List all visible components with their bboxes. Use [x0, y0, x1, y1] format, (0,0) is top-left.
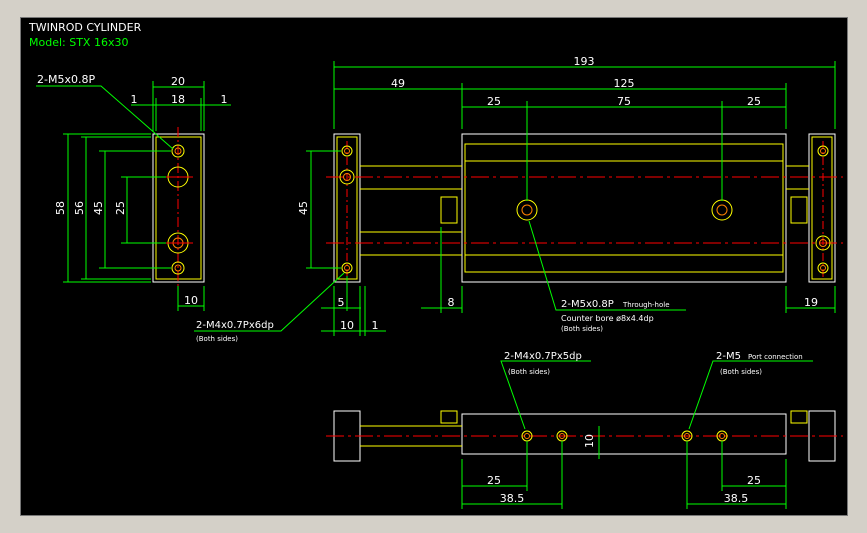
callout-m4-bottom-note: (Both sides) — [508, 368, 550, 376]
end-view-dimensions — [36, 81, 231, 311]
cad-drawing-canvas: TWINROD CYLINDER Model: STX 16x30 193 49… — [20, 17, 848, 516]
dim-49: 49 — [391, 77, 405, 90]
dim-58: 58 — [54, 201, 67, 215]
callout-m5-port: 2-M5 — [716, 351, 741, 362]
callout-through-hole: 2-M5x0.8P — [561, 299, 614, 310]
callout-m4-side: 2-M4x0.7Px6dp — [196, 320, 274, 331]
drawing-svg: 193 49 125 25 75 25 20 18 1 1 58 56 45 2… — [36, 55, 843, 509]
dim-10-plate: 10 — [340, 319, 354, 332]
dim-193: 193 — [574, 55, 595, 68]
dim-56: 56 — [73, 201, 86, 215]
dim-10-side: 10 — [583, 434, 596, 448]
right-port-fitting — [790, 196, 808, 224]
dim-1-plate: 1 — [372, 319, 379, 332]
dim-25-left: 25 — [487, 95, 501, 108]
callout-through-note: (Both sides) — [561, 325, 603, 333]
dim-18: 18 — [171, 93, 185, 106]
cylinder-body — [461, 133, 787, 283]
callout-m5-port-note: (Both sides) — [720, 368, 762, 376]
dim-38-5-left: 38.5 — [500, 492, 525, 505]
dim-75: 75 — [617, 95, 631, 108]
dim-1-left: 1 — [131, 93, 138, 106]
dim-25-right: 25 — [747, 95, 761, 108]
callout-m5-port-suffix: Port connection — [748, 353, 803, 361]
top-view-dimensions — [194, 61, 836, 336]
dim-25-bottom-left: 25 — [487, 474, 501, 487]
through-hole-right — [711, 199, 733, 221]
dim-25-vertical: 25 — [114, 201, 127, 215]
dim-38-5-right: 38.5 — [724, 492, 749, 505]
dim-19: 19 — [804, 296, 818, 309]
callout-m4-bottom: 2-M4x0.7Px5dp — [504, 351, 582, 362]
dim-10-end: 10 — [184, 294, 198, 307]
dim-20: 20 — [171, 75, 185, 88]
dim-45-top: 45 — [297, 201, 310, 215]
callout-m5-end: 2-M5x0.8P — [37, 73, 95, 86]
dim-5: 5 — [338, 296, 345, 309]
dim-25-bottom-right: 25 — [747, 474, 761, 487]
dim-1-right: 1 — [221, 93, 228, 106]
through-hole-left — [516, 199, 538, 221]
left-port-fitting — [440, 196, 458, 224]
dim-125: 125 — [614, 77, 635, 90]
callout-through-suffix: Through-hole — [622, 301, 670, 309]
side-body — [461, 413, 787, 455]
top-view — [326, 133, 843, 283]
dim-8: 8 — [448, 296, 455, 309]
callout-m4-side-note: (Both sides) — [196, 335, 238, 343]
callout-counter-bore: Counter bore ø8x4.4dp — [561, 314, 654, 323]
dim-45-end: 45 — [92, 201, 105, 215]
